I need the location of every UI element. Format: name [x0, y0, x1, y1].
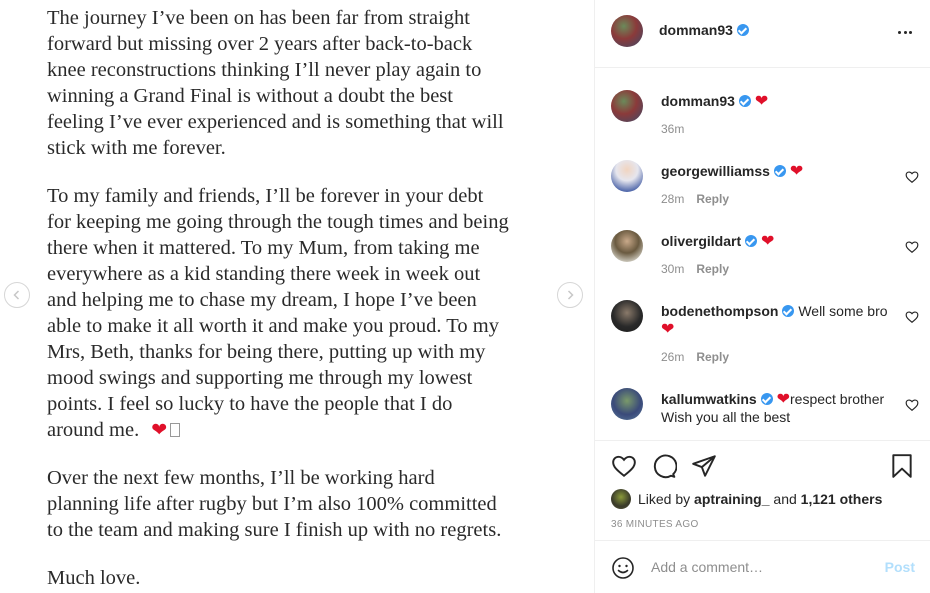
- heart-emoji: ❤: [754, 91, 769, 110]
- next-slide-button[interactable]: [557, 282, 583, 308]
- comment-time[interactable]: 30m: [661, 262, 684, 276]
- avatar[interactable]: [611, 388, 643, 420]
- comment-username[interactable]: bodenethompson: [661, 303, 778, 319]
- comment-username[interactable]: olivergildart: [661, 233, 741, 249]
- verified-badge-icon: [782, 305, 795, 317]
- post-sidebar: domman93 domman93 ❤ 36m georgewilliamss …: [594, 0, 930, 593]
- likes-prefix: Liked by: [638, 491, 691, 507]
- heart-emoji: ❤: [661, 319, 675, 338]
- share-paper-plane-icon[interactable]: [691, 453, 717, 479]
- likes-user-link[interactable]: aptraining_: [694, 491, 769, 507]
- comment-input[interactable]: [651, 555, 871, 579]
- comment-time[interactable]: 36m: [661, 122, 684, 136]
- like-heart-icon[interactable]: [611, 453, 637, 479]
- avatar[interactable]: [611, 160, 643, 192]
- comment-meta: 26m Reply: [661, 350, 729, 364]
- comment-body: olivergildart ❤: [661, 232, 891, 250]
- heart-emoji: ❤: [761, 231, 775, 250]
- more-dot-icon: [903, 30, 907, 34]
- avatar[interactable]: [611, 489, 631, 509]
- username[interactable]: domman93: [659, 22, 733, 38]
- comment-body: georgewilliamss ❤: [661, 162, 891, 180]
- comment-body: kallumwatkins ❤respect brother Wish you …: [661, 390, 891, 426]
- comments-list[interactable]: domman93 ❤ 36m georgewilliamss ❤ 28m Repl…: [595, 68, 930, 440]
- post-header: domman93: [595, 0, 930, 68]
- add-comment-bar: Post: [595, 540, 930, 593]
- heart-outline-icon[interactable]: [905, 310, 919, 324]
- verified-badge-icon: [738, 95, 751, 107]
- avatar[interactable]: [611, 15, 643, 47]
- reply-button[interactable]: Reply: [696, 262, 729, 276]
- likes-summary: Liked by aptraining_ and 1,121 others: [611, 489, 882, 509]
- avatar[interactable]: [611, 300, 643, 332]
- letter-text: The journey I’ve been on has been far fr…: [47, 5, 547, 593]
- verified-badge-icon: [773, 165, 786, 177]
- comment-body: bodenethompson Well some bro ❤: [661, 302, 891, 338]
- more-dot-icon: [909, 30, 913, 34]
- bookmark-icon[interactable]: [889, 453, 915, 479]
- letter-paragraph-3: Over the next few months, I’ll be workin…: [47, 467, 502, 541]
- letter-paragraph-4: Much love.: [47, 567, 141, 589]
- likes-conjunction: and: [773, 491, 797, 507]
- heart-outline-icon[interactable]: [905, 398, 919, 412]
- heart-emoji: ❤: [776, 389, 790, 408]
- verified-badge-icon: [745, 235, 758, 247]
- more-dot-icon: [897, 30, 901, 34]
- comment-text-line-2: Wish you all the best: [661, 409, 791, 425]
- likes-text: Liked by aptraining_ and 1,121 others: [638, 491, 882, 507]
- comment-text: respect brother: [790, 391, 885, 407]
- verified-badge-icon: [760, 393, 773, 405]
- comment-time[interactable]: 26m: [661, 350, 684, 364]
- previous-slide-button[interactable]: [4, 282, 30, 308]
- post-comment-button[interactable]: Post: [885, 559, 915, 575]
- post-timestamp[interactable]: 36 MINUTES AGO: [611, 519, 699, 530]
- missing-glyph-box: [170, 423, 181, 437]
- comment-text: Well some bro: [798, 303, 888, 319]
- post-actions: Liked by aptraining_ and 1,121 others 36…: [595, 440, 930, 540]
- letter-paragraph-2: To my family and friends, I’ll be foreve…: [47, 183, 547, 443]
- comment-bubble-icon[interactable]: [651, 453, 677, 479]
- reply-button[interactable]: Reply: [696, 192, 729, 206]
- chevron-left-icon: [13, 290, 20, 300]
- comment-time[interactable]: 28m: [661, 192, 684, 206]
- heart-outline-icon[interactable]: [905, 170, 919, 184]
- avatar[interactable]: [611, 230, 643, 262]
- comment-meta: 30m Reply: [661, 262, 729, 276]
- reply-button[interactable]: Reply: [696, 350, 729, 364]
- comment-username[interactable]: domman93: [661, 93, 735, 109]
- comment-username[interactable]: kallumwatkins: [661, 391, 757, 407]
- verified-badge-icon: [736, 24, 749, 36]
- heart-emoji: ❤: [151, 419, 168, 441]
- letter-paragraph-1: The journey I’ve been on has been far fr…: [47, 7, 504, 159]
- letter-paragraph-2-text: To my family and friends, I’ll be foreve…: [47, 185, 509, 441]
- header-user[interactable]: domman93: [659, 22, 749, 40]
- chevron-right-icon: [567, 290, 574, 300]
- avatar[interactable]: [611, 90, 643, 122]
- more-options-button[interactable]: [895, 22, 915, 42]
- post-image: The journey I’ve been on has been far fr…: [0, 0, 594, 593]
- comment-meta: 36m: [661, 122, 684, 136]
- heart-emoji: ❤: [789, 161, 804, 180]
- emoji-smiley-icon[interactable]: [611, 556, 635, 580]
- comment-meta: 28m Reply: [661, 192, 729, 206]
- heart-outline-icon[interactable]: [905, 240, 919, 254]
- comment-username[interactable]: georgewilliamss: [661, 163, 770, 179]
- likes-others-link[interactable]: 1,121 others: [801, 491, 883, 507]
- comment-body: domman93 ❤: [661, 92, 891, 110]
